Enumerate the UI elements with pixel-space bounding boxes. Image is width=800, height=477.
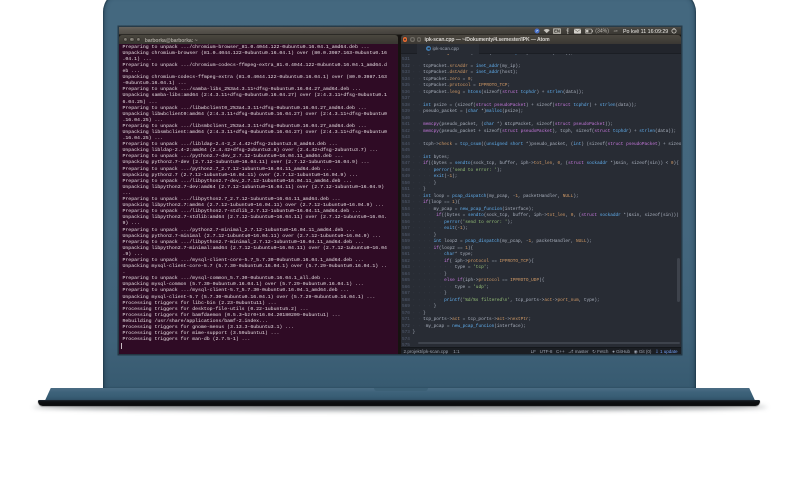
svg-text:EN: EN (554, 28, 560, 33)
svg-text:«•: «• (613, 28, 618, 33)
svg-text:Po kvě 11 16:09:29: Po kvě 11 16:09:29 (623, 29, 668, 35)
svg-text:(34%): (34%) (595, 28, 609, 34)
